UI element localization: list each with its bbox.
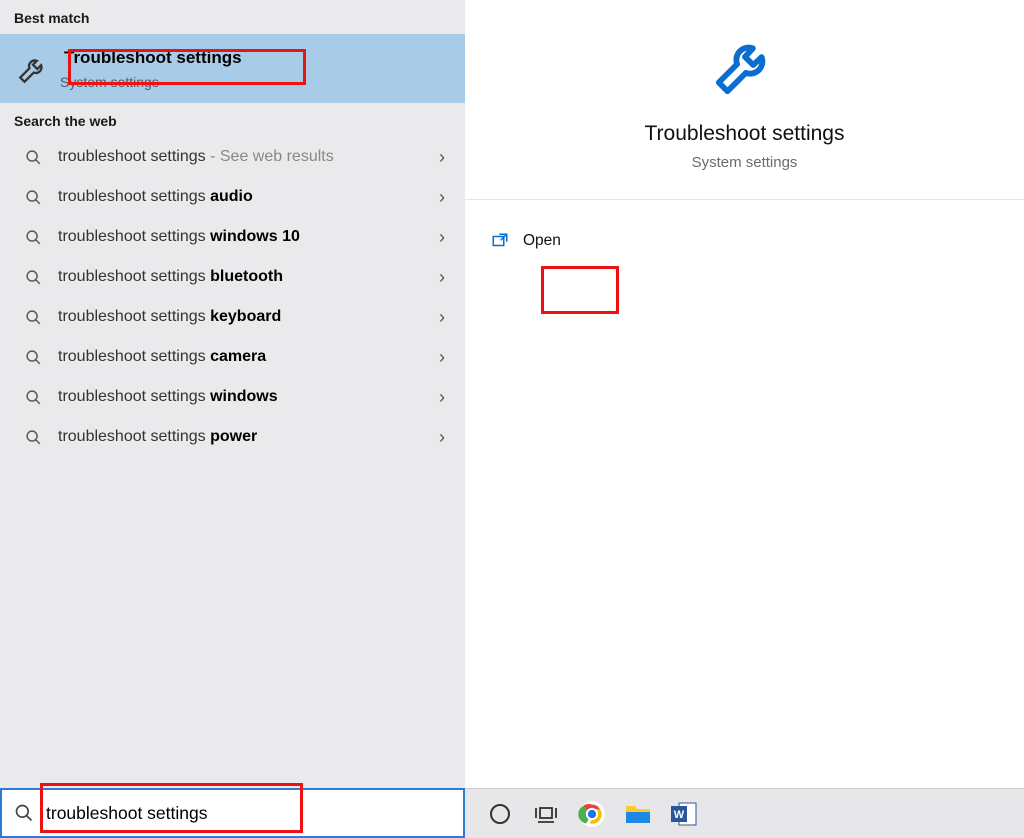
chevron-right-icon[interactable]: › (439, 308, 451, 326)
detail-title: Troubleshoot settings (644, 122, 844, 146)
open-action[interactable]: Open (489, 226, 1000, 256)
best-match-title: Troubleshoot settings (60, 47, 246, 69)
search-icon (14, 429, 52, 446)
web-suggestion[interactable]: troubleshoot settings - See web results› (0, 137, 465, 177)
taskbar: W (465, 788, 1024, 838)
search-icon (14, 389, 52, 406)
search-icon (2, 803, 46, 823)
suggestion-text: troubleshoot settings keyboard (52, 308, 439, 326)
best-match-item[interactable]: Troubleshoot settings System settings (0, 34, 465, 103)
task-view-icon[interactable] (523, 791, 569, 837)
section-search-web: Search the web (0, 103, 465, 137)
detail-panel: Troubleshoot settings System settings Op… (465, 0, 1024, 788)
chevron-right-icon[interactable]: › (439, 428, 451, 446)
search-icon (14, 269, 52, 286)
chevron-right-icon[interactable]: › (439, 148, 451, 166)
chevron-right-icon[interactable]: › (439, 228, 451, 246)
svg-text:W: W (674, 809, 685, 821)
chevron-right-icon[interactable]: › (439, 388, 451, 406)
chevron-right-icon[interactable]: › (439, 188, 451, 206)
search-bar[interactable] (0, 788, 465, 838)
search-icon (14, 309, 52, 326)
chevron-right-icon[interactable]: › (439, 268, 451, 286)
best-match-subtitle: System settings (60, 74, 246, 90)
suggestion-text: troubleshoot settings windows 10 (52, 228, 439, 246)
suggestion-text: troubleshoot settings camera (52, 348, 439, 366)
search-icon (14, 189, 52, 206)
open-icon (489, 230, 511, 252)
search-input[interactable] (46, 803, 463, 824)
web-suggestion[interactable]: troubleshoot settings camera› (0, 337, 465, 377)
suggestion-text: troubleshoot settings - See web results (52, 148, 439, 166)
web-suggestion[interactable]: troubleshoot settings windows 10› (0, 217, 465, 257)
search-icon (14, 349, 52, 366)
suggestion-text: troubleshoot settings windows (52, 388, 439, 406)
suggestion-text: troubleshoot settings power (52, 428, 439, 446)
web-suggestion[interactable]: troubleshoot settings keyboard› (0, 297, 465, 337)
open-action-label: Open (523, 232, 561, 250)
file-explorer-icon[interactable] (615, 791, 661, 837)
web-suggestion[interactable]: troubleshoot settings power› (0, 417, 465, 457)
web-suggestion[interactable]: troubleshoot settings windows› (0, 377, 465, 417)
detail-subtitle: System settings (692, 154, 798, 171)
wrench-icon (14, 50, 52, 88)
web-suggestion[interactable]: troubleshoot settings bluetooth› (0, 257, 465, 297)
chrome-icon[interactable] (569, 791, 615, 837)
suggestion-text: troubleshoot settings audio (52, 188, 439, 206)
web-suggestion[interactable]: troubleshoot settings audio› (0, 177, 465, 217)
cortana-icon[interactable] (477, 791, 523, 837)
wrench-icon (710, 30, 780, 100)
section-best-match: Best match (0, 0, 465, 34)
word-icon[interactable]: W (661, 791, 707, 837)
search-results-panel: Best match Troubleshoot settings System … (0, 0, 465, 788)
suggestion-text: troubleshoot settings bluetooth (52, 268, 439, 286)
search-icon (14, 229, 52, 246)
search-icon (14, 149, 52, 166)
chevron-right-icon[interactable]: › (439, 348, 451, 366)
